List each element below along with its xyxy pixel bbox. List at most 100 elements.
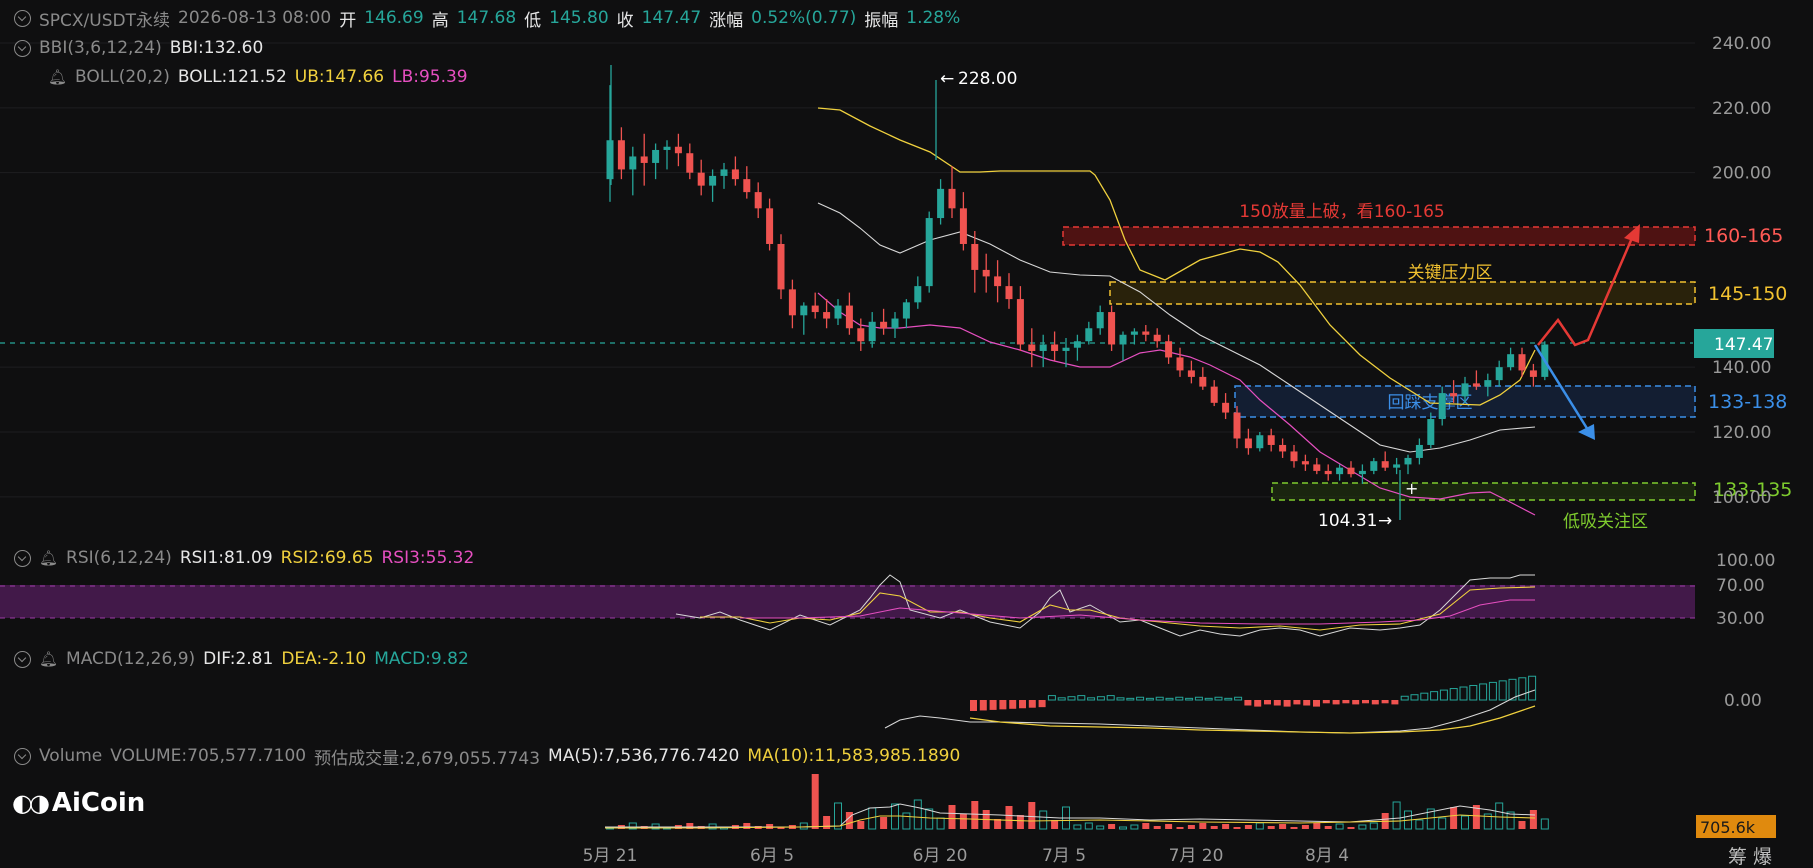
zone-resist-label: 关键压力区 <box>1408 263 1493 283</box>
macd-bar <box>1479 683 1488 701</box>
low-label: 低 <box>524 10 542 31</box>
volume-bar <box>1199 823 1207 829</box>
high-marker-arrow: ← <box>940 69 954 89</box>
macd-bar <box>1077 695 1086 701</box>
candle-body <box>720 169 728 176</box>
time-tick-label: 8月 4 <box>1305 846 1349 866</box>
collapse-icon[interactable] <box>14 9 31 27</box>
chart-canvas[interactable]: 150放量上破，看160-165 160-165 关键压力区 145-150 回… <box>0 0 1813 868</box>
bbi-name[interactable]: BBI(3,6,12,24) <box>39 38 162 58</box>
macd-bar <box>1488 681 1497 701</box>
volume-bar <box>1039 810 1048 830</box>
volume-value: VOLUME:705,577.7100 <box>110 746 307 766</box>
symbol-header: SPCX/USDT永续 2026-08-13 08:00 开 146.69 高 14… <box>14 6 960 31</box>
bbi-toggle-icon[interactable] <box>14 39 31 57</box>
volume-bar <box>799 822 808 830</box>
candle-body <box>1051 344 1059 351</box>
volume-toggle-icon[interactable] <box>14 747 31 765</box>
candle-body <box>1233 412 1241 439</box>
low-value: 145.80 <box>549 8 609 28</box>
macd-bar <box>1047 695 1056 701</box>
bell-icon[interactable]: 🔔︎ <box>48 68 67 86</box>
macd-histogram <box>970 675 1537 711</box>
macd-name[interactable]: MACD(12,26,9) <box>66 649 195 669</box>
volume-bar <box>913 799 922 830</box>
macd-bar <box>1469 684 1478 701</box>
macd-toggle-icon[interactable] <box>14 650 31 668</box>
candle-body <box>1267 435 1275 445</box>
vol-ma5-value: MA(5):7,536,776.7420 <box>548 746 740 766</box>
volume-bar <box>1119 826 1127 830</box>
price-tick-label: 240.00 <box>1712 34 1771 54</box>
macd-bar <box>1194 696 1203 701</box>
candle-body <box>1324 470 1332 475</box>
candle-body <box>1279 444 1287 452</box>
volume-name[interactable]: Volume <box>39 746 102 766</box>
bell-icon[interactable]: 🔔︎ <box>39 650 58 668</box>
candle-body <box>1142 331 1150 335</box>
candle-body <box>674 146 682 154</box>
macd-bar <box>1459 686 1468 701</box>
bbi-header: BBI(3,6,12,24) BBI:132.60 <box>14 36 263 60</box>
macd-bar <box>1362 700 1369 704</box>
macd-bar <box>970 700 977 711</box>
candle-body <box>709 175 717 186</box>
rsi-name[interactable]: RSI(6,12,24) <box>66 548 172 568</box>
zone-low-label: 低吸关注区 <box>1563 512 1648 532</box>
candle-datetime: 2026-08-13 08:00 <box>178 8 332 28</box>
macd-bar <box>1498 680 1507 701</box>
volume-bar <box>1222 824 1230 829</box>
volume-bar <box>1016 815 1024 829</box>
bell-icon[interactable]: 🔔︎ <box>39 549 58 567</box>
footer-right-buttons[interactable]: 筹 爆 <box>1728 846 1772 868</box>
volume-bar <box>1540 818 1549 830</box>
candle-body <box>1165 341 1173 358</box>
volume-bar <box>1267 826 1275 829</box>
macd-bar <box>1400 695 1409 701</box>
macd-bar <box>1439 689 1448 701</box>
close-value: 147.47 <box>641 8 702 28</box>
high-label: 高 <box>431 10 449 31</box>
macd-bar <box>1165 697 1174 701</box>
volume-bar <box>857 821 865 829</box>
candle-body <box>663 146 671 150</box>
candle-body <box>1518 354 1526 371</box>
volume-bar <box>1255 822 1264 830</box>
volume-bar <box>811 774 819 829</box>
boll-name[interactable]: BOLL(20,2) <box>75 67 170 87</box>
zone-support-range: 133-138 <box>1708 391 1787 413</box>
zone-breakout-range: 160-165 <box>1704 225 1783 247</box>
macd-bar <box>1116 697 1125 701</box>
candle-body <box>1028 344 1036 351</box>
macd-bar <box>1449 688 1458 701</box>
candle-body <box>1005 286 1013 300</box>
macd-bar <box>1352 700 1360 705</box>
volume-bar <box>1108 824 1116 829</box>
candle-body <box>617 140 625 170</box>
change-value: 0.52%(0.77) <box>751 8 857 28</box>
macd-bar <box>1332 700 1340 705</box>
high-value: 147.68 <box>456 8 517 28</box>
rsi-toggle-icon[interactable] <box>14 549 31 567</box>
macd-bar <box>1313 700 1320 707</box>
time-tick-label: 7月 20 <box>1169 846 1224 866</box>
candle-body <box>629 156 637 170</box>
candle-body <box>1461 383 1469 397</box>
price-axis: 240.00 220.00 200.00 140.00 120.00 100.00 <box>1712 34 1771 508</box>
macd-value: MACD:9.82 <box>374 649 469 669</box>
symbol-name[interactable]: SPCX/USDT永续 <box>39 6 170 31</box>
macd-bar <box>1155 696 1164 701</box>
candle-body <box>777 243 785 290</box>
volume-bar <box>1244 825 1252 829</box>
volume-bar <box>1392 801 1401 830</box>
candle-body <box>1358 470 1366 475</box>
macd-axis: 0.00 <box>1724 691 1762 711</box>
volume-bar <box>1529 810 1537 829</box>
candle-body <box>1199 376 1207 387</box>
candle-body <box>845 305 853 329</box>
volume-bar <box>948 805 956 829</box>
zone-breakout: 150放量上破，看160-165 160-165 <box>1062 202 1789 250</box>
candle-body <box>857 328 865 342</box>
vol-ma10-value: MA(10):11,583,985.1890 <box>747 746 961 766</box>
candle-body <box>606 140 614 180</box>
